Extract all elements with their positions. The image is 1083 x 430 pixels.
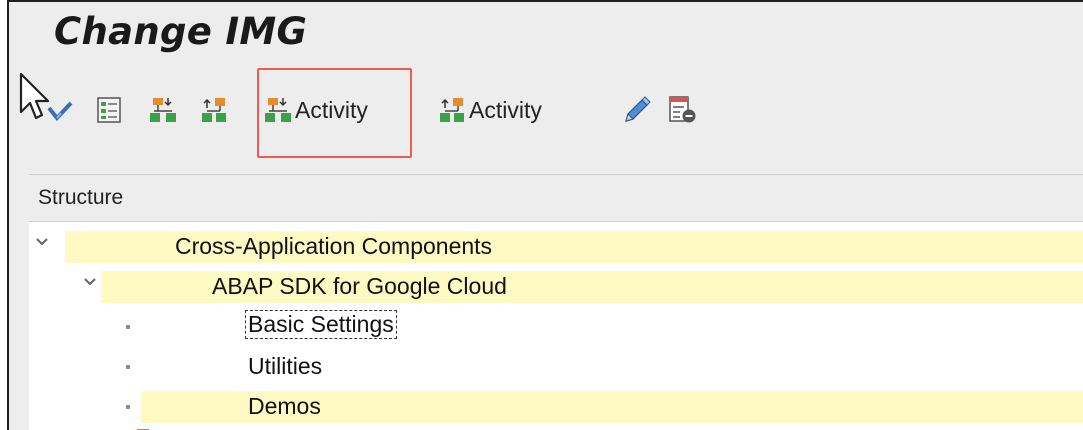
collapse-activity-button[interactable]: Activity — [439, 96, 542, 124]
tree-node-demos[interactable]: Demos — [29, 389, 1083, 425]
structure-column-header: Structure — [29, 175, 1083, 222]
tree-node-abap-sdk[interactable]: ABAP SDK for Google Cloud — [29, 269, 1083, 305]
tree-node-label: Demos — [248, 393, 321, 419]
expand-tree-icon — [97, 97, 121, 123]
tree-node-label: Basic Settings — [245, 310, 397, 339]
expand-tree-icon — [150, 98, 176, 122]
tree-node-label: Utilities — [248, 353, 323, 379]
sap-window: Change IMG Activity Activity Structure C… — [7, 0, 1083, 430]
pencil-icon — [625, 96, 651, 122]
expand-activity-button[interactable]: Activity — [265, 96, 368, 124]
page-title: Change IMG — [54, 10, 308, 53]
checkbox-select-icon — [47, 101, 73, 122]
tree-leaf-bullet — [126, 365, 130, 369]
tree-node-basic-settings[interactable]: Basic Settings — [29, 309, 1083, 345]
expand-tree-icon — [265, 98, 291, 122]
tree-leaf-bullet — [126, 325, 130, 329]
expand-subtree-button[interactable] — [96, 96, 122, 124]
tree-node-label: ABAP SDK for Google Cloud — [212, 273, 507, 299]
tree-node-cross-application-components[interactable]: Cross-Application Components — [29, 229, 1083, 265]
tree-leaf-bullet — [126, 405, 130, 409]
toolbar: Activity Activity — [9, 84, 1083, 144]
chevron-down-icon[interactable] — [35, 235, 49, 249]
edit-button[interactable] — [623, 96, 651, 124]
collapse-tree-icon — [202, 98, 226, 122]
expand-tree-button[interactable] — [150, 96, 178, 124]
list-delete-button[interactable] — [667, 95, 697, 125]
collapse-tree-button[interactable] — [201, 96, 229, 124]
tree-node-utilities[interactable]: Utilities — [29, 349, 1083, 385]
tree-node-label: Cross-Application Components — [175, 233, 493, 259]
collapse-tree-icon — [440, 98, 464, 122]
collapse-activity-label: Activity — [469, 96, 542, 123]
expand-activity-label: Activity — [295, 96, 368, 123]
structure-tree: Structure Cross-Application Components A… — [29, 174, 1083, 430]
select-all-button[interactable] — [45, 100, 73, 124]
chevron-down-icon[interactable] — [83, 275, 97, 289]
list-delete-icon — [669, 96, 696, 123]
